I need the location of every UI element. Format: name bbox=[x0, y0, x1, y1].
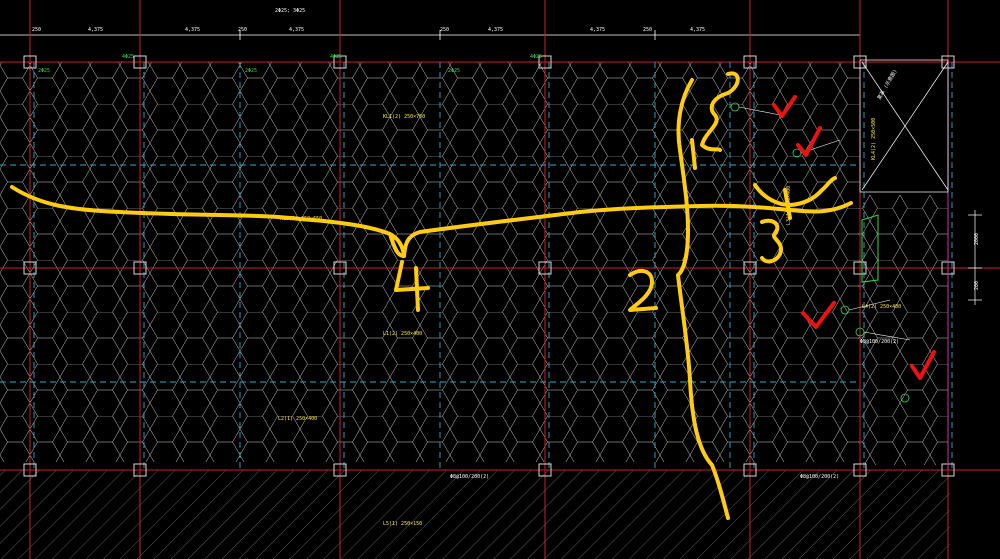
top-dim-6: 4,375 bbox=[488, 27, 503, 33]
hatched-region-bottom bbox=[0, 470, 950, 559]
top-dim-3: 250 bbox=[238, 27, 247, 33]
top-dim-8: 250 bbox=[643, 27, 652, 33]
top-dim-5: 250 bbox=[440, 27, 449, 33]
beam-label: 4Φ25 bbox=[530, 54, 542, 60]
top-dim-4: 4,375 bbox=[289, 27, 304, 33]
top-dim-7: 4,375 bbox=[590, 27, 605, 33]
beam-label: 2Φ25 bbox=[448, 68, 460, 74]
top-dim-0: 250 bbox=[32, 27, 41, 33]
beam-label: Φ8@100/200(2) bbox=[450, 474, 489, 480]
right-dim-2: 200 bbox=[974, 281, 980, 290]
right-dim-1: 2000 bbox=[974, 233, 980, 245]
beam-label: 4Φ25 bbox=[122, 54, 134, 60]
cad-drawing-canvas: 2000 200 某某 (示意图) 250 4,375 4,375 250 4,… bbox=[0, 0, 1000, 559]
beam-label: L4(2) 250×400 bbox=[862, 304, 901, 310]
beam-label: KL1(2) 250×750 bbox=[383, 114, 425, 120]
beam-label: L2(1) 250×400 bbox=[278, 416, 317, 422]
beam-label: 2Φ25 bbox=[245, 68, 257, 74]
hexagon-mesh-area-right bbox=[858, 195, 948, 465]
beam-label: 4Φ25 bbox=[330, 54, 342, 60]
top-dim-1: 4,375 bbox=[88, 27, 103, 33]
top-dim-9: 4,375 bbox=[690, 27, 705, 33]
beam-label: 2Φ25 bbox=[38, 68, 50, 74]
beam-label: L1(2) 250×400 bbox=[383, 331, 422, 337]
beam-label: KL4(2) 250×500 bbox=[871, 118, 877, 160]
beam-label: Φ8@100/200(2) bbox=[800, 474, 839, 480]
beam-label: 2Φ25; 3Φ25 bbox=[275, 8, 305, 14]
beam-label: Φ8@100/200(2) bbox=[860, 339, 899, 345]
beam-label: L5(1) 250×150 bbox=[383, 521, 422, 527]
hexagon-mesh-area bbox=[0, 62, 860, 462]
top-dim-2: 4,375 bbox=[185, 27, 200, 33]
